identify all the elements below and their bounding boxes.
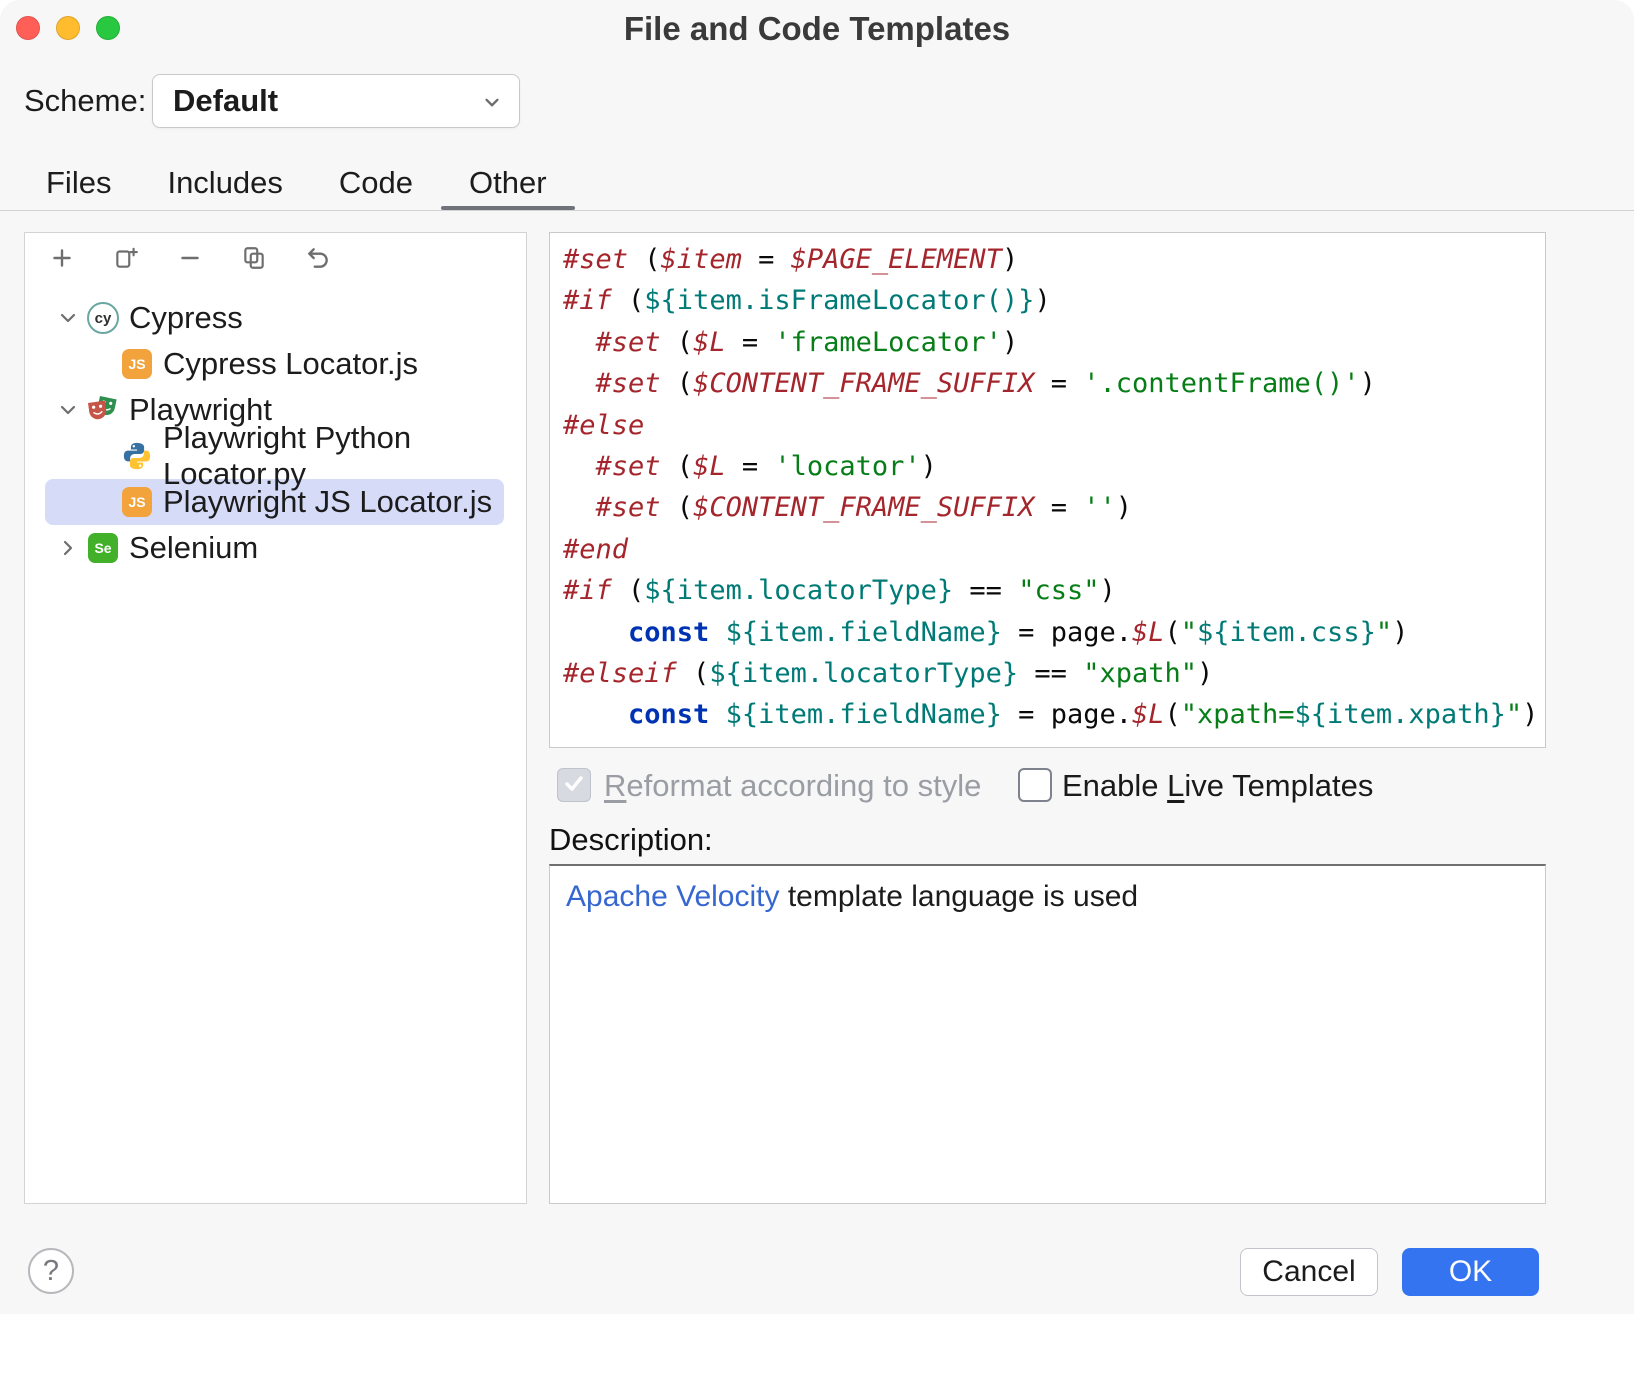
reformat-checkbox-label: Reformat according to style [604,768,981,802]
apache-velocity-link[interactable]: Apache Velocity [566,880,779,913]
tree-item-playwright-js-locator-js[interactable]: JS Playwright JS Locator.js [25,479,526,525]
tree-group-cypress[interactable]: cy Cypress [25,295,526,341]
checkmark-icon [562,771,586,800]
javascript-file-icon: JS [121,348,153,380]
cancel-button[interactable]: Cancel [1240,1248,1378,1296]
undo-icon [305,245,331,276]
playwright-icon [87,394,119,426]
chevron-down-icon[interactable] [55,397,81,423]
file-and-code-templates-dialog: File and Code Templates Scheme: Default … [0,0,1634,1376]
tree-item-label: Cypress Locator.js [163,346,418,382]
plus-icon [49,245,75,276]
tab-other[interactable]: Other [467,160,549,210]
description-label: Description: [549,822,713,858]
scheme-label: Scheme: [24,74,146,128]
scheme-selected-value: Default [173,75,278,127]
tab-files[interactable]: Files [44,160,113,210]
tree-item-label: Playwright JS Locator.js [163,484,492,520]
chevron-down-icon [479,89,505,120]
scheme-select[interactable]: Default [152,74,520,128]
tree-item-label: Cypress [129,300,243,336]
cypress-icon: cy [87,302,119,334]
add-template-button[interactable] [43,241,81,279]
duplicate-template-button[interactable] [235,241,273,279]
selenium-icon: Se [87,532,119,564]
window-title: File and Code Templates [0,0,1634,58]
question-mark-icon: ? [43,1255,59,1288]
create-from-selected-button[interactable] [107,241,145,279]
tab-includes[interactable]: Includes [165,160,284,210]
javascript-file-icon: JS [121,486,153,518]
copy-plus-icon [113,245,139,276]
titlebar: File and Code Templates [0,0,1634,58]
template-toolbar [43,241,337,279]
reformat-checkbox [557,768,591,802]
remove-template-button[interactable] [171,241,209,279]
reset-to-default-button[interactable] [299,241,337,279]
tree-item-label: Selenium [129,530,258,566]
python-file-icon [121,440,153,472]
ok-button[interactable]: OK [1402,1248,1539,1296]
duplicate-icon [241,245,267,276]
chevron-right-icon[interactable] [55,535,81,561]
tree-item-label: Playwright Python Locator.py [163,420,526,492]
chevron-down-icon[interactable] [55,305,81,331]
enable-live-templates-checkbox[interactable] [1018,768,1052,802]
tree-item-cypress-locator-js[interactable]: JS Cypress Locator.js [25,341,526,387]
tree-group-selenium[interactable]: Se Selenium [25,525,526,571]
description-editor[interactable]: Apache Velocity template language is use… [549,864,1546,1204]
footer-strip [0,1314,1634,1376]
tab-code[interactable]: Code [337,160,415,210]
tree-item-playwright-python-locator-py[interactable]: Playwright Python Locator.py [25,433,526,479]
template-tree: cy Cypress JS Cypress Locator.js [25,295,526,571]
minus-icon [177,245,203,276]
tab-bar: Files Includes Code Other [0,160,1634,211]
enable-live-templates-label: Enable Live Templates [1062,768,1373,802]
help-button[interactable]: ? [28,1248,74,1294]
template-list-panel: cy Cypress JS Cypress Locator.js [24,232,527,1204]
code-editor[interactable]: #set ($item = $PAGE_ELEMENT)#if (${item.… [549,232,1546,748]
description-text: template language is used [779,880,1138,913]
